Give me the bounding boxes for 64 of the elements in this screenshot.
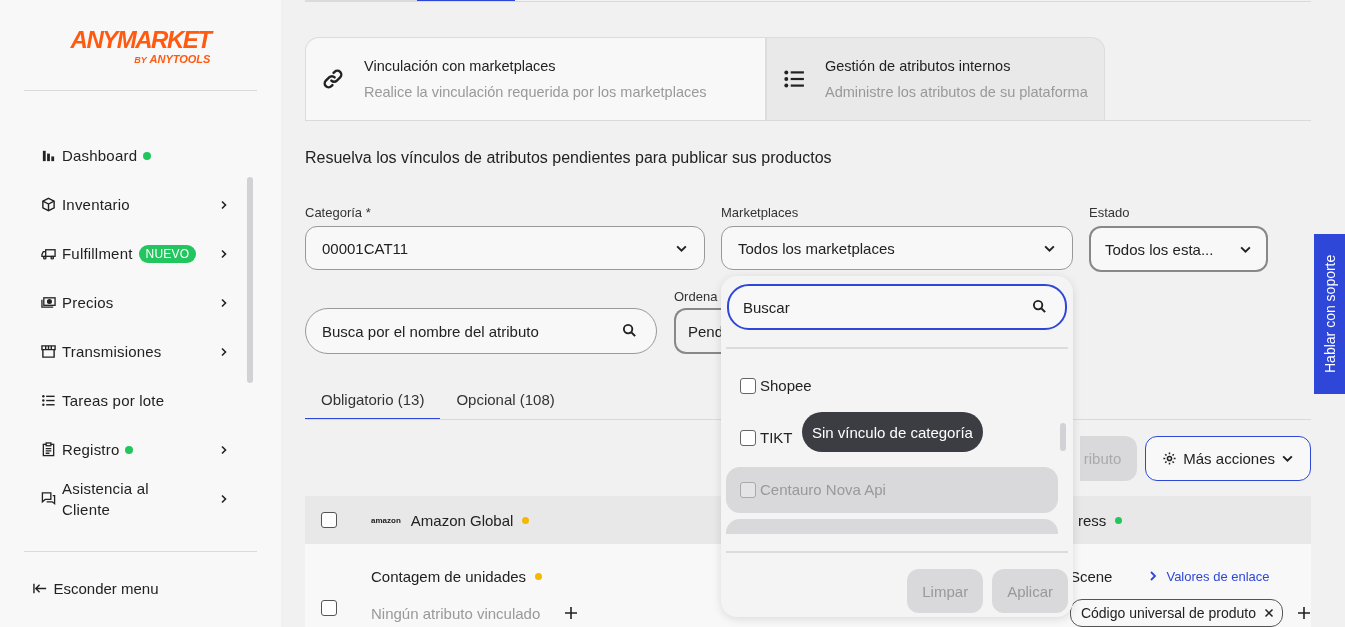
field-label: Marketplaces [721, 205, 800, 220]
marketplaces-select[interactable]: Todos los marketplaces [721, 226, 1073, 270]
column-header: Amazon Global [410, 511, 514, 529]
sidebar-item[interactable]: Tareas por lote [41, 376, 245, 425]
arrow-left-icon [32, 581, 48, 596]
attribute-name: Contagem de unidades [371, 567, 527, 585]
linked-attribute: Ningún atributo vinculado [371, 604, 541, 622]
chevron-right-icon [1148, 570, 1159, 582]
sidebar-item[interactable]: Inventario [41, 180, 245, 229]
marketplace-logo: amazon [371, 515, 401, 525]
card-title: Vinculación con marketplaces [364, 58, 557, 74]
new-badge: NUEVO [138, 244, 197, 263]
clipboard-icon [41, 442, 56, 457]
link-icon [322, 68, 344, 90]
sidebar-item[interactable]: Dashboard [41, 131, 245, 180]
add-icon[interactable] [564, 606, 579, 620]
store-icon [41, 344, 56, 359]
logo: ANYMARKET BY ANYTOOLS [70, 28, 211, 67]
checkbox[interactable] [321, 512, 337, 528]
chat-icon [41, 491, 56, 506]
search-icon [622, 323, 637, 338]
checkbox[interactable] [321, 600, 337, 616]
sidebar-item[interactable]: Precios [41, 278, 245, 327]
attribute-chip: Código universal de produto [1069, 599, 1283, 627]
close-icon[interactable] [1264, 608, 1274, 618]
sidebar-item[interactable]: Asistencia al Cliente [41, 474, 245, 523]
status-select[interactable]: Todos los esta... [1089, 226, 1268, 272]
search-field[interactable]: Busca por el nombre del atributo [305, 308, 657, 354]
truck-icon [41, 246, 56, 261]
tab[interactable]: Opcional (108) [440, 391, 571, 419]
checkbox[interactable] [740, 429, 756, 446]
money-icon [41, 295, 56, 310]
scrollbar-thumb[interactable] [247, 177, 253, 383]
mode-card[interactable]: Vinculación con marketplaces Realice la vinculación requerida por los marketplaces [305, 37, 766, 120]
tooltip: Sin vínculo de categoría [802, 412, 983, 452]
settings-icon [1162, 451, 1178, 466]
category-select[interactable]: 00001CAT11 [305, 226, 705, 270]
sidebar-item[interactable]: Registro [41, 425, 245, 474]
search-icon [1032, 299, 1047, 314]
search-field[interactable]: Buscar [727, 284, 1067, 330]
list-icon [41, 393, 56, 408]
field-label: Categoría * [305, 205, 372, 220]
support-tab[interactable]: Hablar con soporte [1314, 234, 1345, 394]
values-link[interactable]: Valores de enlace [1148, 568, 1270, 584]
marketplace-option[interactable]: Shopee [726, 362, 1058, 409]
checkbox[interactable] [740, 377, 756, 394]
sidebar-item[interactable]: Fulfillment NUEVO [41, 229, 245, 278]
field-label: Ordena [674, 289, 719, 304]
collapse-menu-button[interactable]: Esconder menu [32, 580, 249, 597]
sidebar-item[interactable]: Transmisiones [41, 327, 245, 376]
card-subtitle: Realice la vinculación requerida por los marketplaces [364, 84, 707, 100]
card-title: Gestión de atributos internos [825, 58, 1012, 74]
mode-card[interactable]: Gestión de atributos internos Administre los atributos de su plataforma [766, 37, 1105, 120]
list-icon [783, 68, 805, 90]
column-header: ress [1078, 511, 1107, 529]
tab[interactable]: Obligatorio (13) [305, 391, 441, 419]
scrollbar-thumb[interactable] [1060, 422, 1066, 451]
chart-icon [41, 148, 56, 163]
page-heading: Resuelva los vínculos de atributos pendientes para publicar sus productos [305, 149, 833, 167]
field-label: Estado [1089, 205, 1131, 220]
box-icon [41, 197, 56, 212]
card-subtitle: Administre los atributos de su plataforma [825, 84, 1088, 100]
more-actions-button[interactable]: Más acciones [1145, 436, 1311, 481]
add-icon[interactable] [1297, 606, 1311, 620]
